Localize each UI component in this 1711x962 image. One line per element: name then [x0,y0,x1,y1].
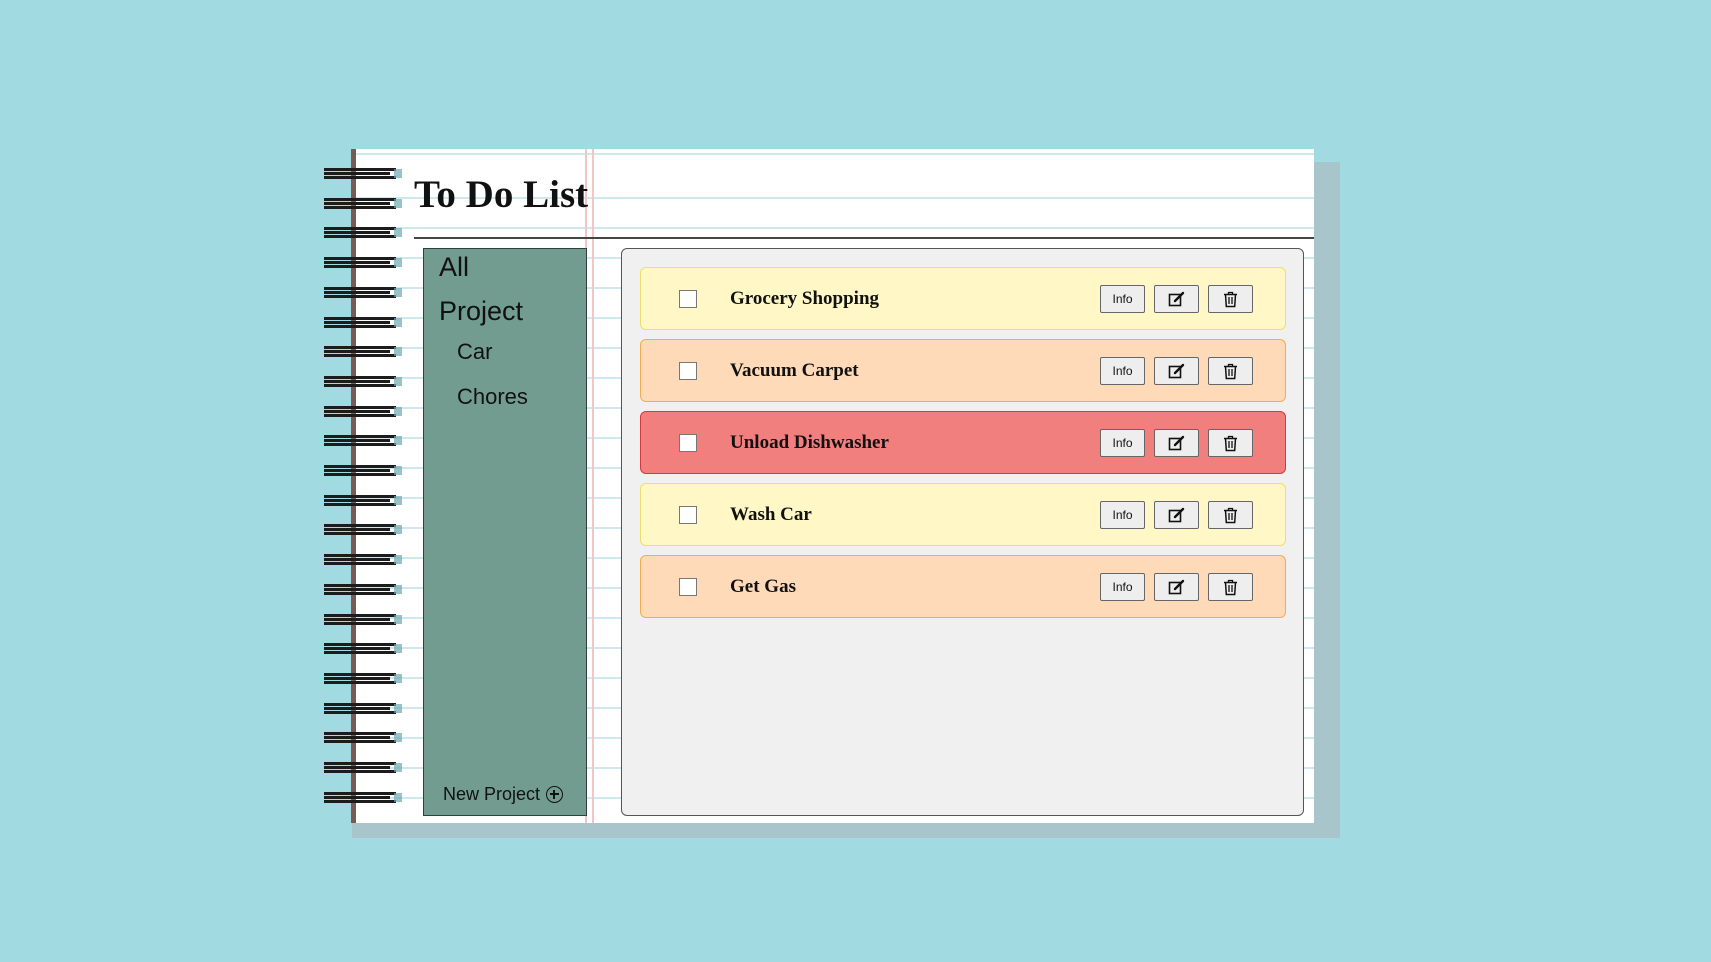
task-name: Vacuum Carpet [730,360,859,381]
trash-icon [1224,579,1237,595]
spiral-ring [324,524,402,536]
task-name: Grocery Shopping [730,288,880,309]
trash-icon [1224,435,1237,451]
margin-line [592,149,594,823]
info-button[interactable]: Info [1100,357,1145,385]
edit-button[interactable] [1154,285,1199,313]
task-row: Grocery Shopping Info [640,267,1286,330]
task-row: Wash Car Info [640,483,1286,546]
page-title: To Do List [414,173,589,216]
spiral-ring [324,286,402,298]
spiral-ring [324,227,402,239]
new-project-button[interactable]: New Project [443,784,564,805]
sidebar-item-car[interactable]: Car [457,339,492,365]
task-checkbox[interactable] [679,434,697,452]
trash-icon [1224,363,1237,379]
edit-button[interactable] [1154,501,1199,529]
edit-icon [1168,291,1185,306]
info-button[interactable]: Info [1100,573,1145,601]
sidebar-item-chores[interactable]: Chores [457,384,528,410]
task-checkbox[interactable] [679,362,697,380]
spiral-ring [324,465,402,476]
spiral-ring [324,197,402,209]
edit-button[interactable] [1154,573,1199,601]
title-divider [414,237,1314,239]
spiral-ring [324,672,402,684]
task-name: Unload Dishwasher [730,432,889,453]
spiral-ring [324,346,402,358]
plus-circle-icon [546,786,564,803]
spiral-ring [324,494,402,506]
delete-button[interactable] [1208,285,1253,313]
delete-button[interactable] [1208,501,1253,529]
task-checkbox[interactable] [679,578,697,596]
spiral-ring [324,762,402,773]
new-project-label: New Project [443,784,541,804]
spiral-ring [324,316,402,328]
task-checkbox[interactable] [679,506,697,524]
task-row: Unload Dishwasher Info [640,411,1286,474]
spiral-ring [324,791,402,803]
spiral-ring [324,643,402,655]
task-checkbox[interactable] [679,290,697,308]
info-button[interactable]: Info [1100,429,1145,457]
sidebar: All Project Car Chores New Project [423,248,587,816]
spiral-ring [324,405,402,417]
spiral-ring [324,435,402,447]
spiral-ring [324,554,402,566]
edit-icon [1168,579,1185,594]
spiral-ring [324,168,402,179]
spiral-ring [324,583,402,595]
task-name: Wash Car [730,504,812,525]
info-button[interactable]: Info [1100,285,1145,313]
spiral-ring [324,257,402,269]
spiral-ring [324,613,402,625]
trash-icon [1224,507,1237,523]
info-button[interactable]: Info [1100,501,1145,529]
delete-button[interactable] [1208,573,1253,601]
edit-button[interactable] [1154,429,1199,457]
task-name: Get Gas [730,576,796,597]
spiral-ring [324,732,402,744]
spiral-binding [324,168,402,808]
task-row: Get Gas Info [640,555,1286,618]
project-heading: Project [439,296,524,326]
edit-icon [1168,507,1185,522]
task-row: Vacuum Carpet Info [640,339,1286,402]
trash-icon [1224,291,1237,307]
delete-button[interactable] [1208,429,1253,457]
sidebar-item-all[interactable]: All [439,252,469,283]
spiral-ring [324,702,402,714]
edit-button[interactable] [1154,357,1199,385]
spiral-ring [324,375,402,387]
edit-icon [1168,435,1185,450]
delete-button[interactable] [1208,357,1253,385]
task-panel: Grocery Shopping Info Vacuum Carpet Info [621,248,1304,816]
edit-icon [1168,363,1185,378]
